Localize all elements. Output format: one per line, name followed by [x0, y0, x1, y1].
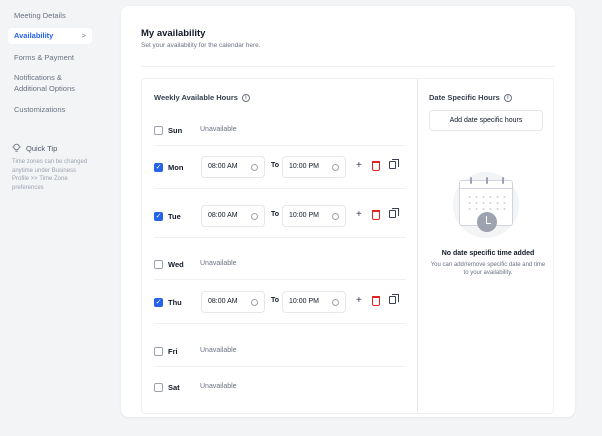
to-label: To [271, 162, 280, 169]
sidebar-item-label: Customizations [14, 105, 66, 114]
row-divider [154, 279, 406, 280]
trash-icon[interactable] [372, 161, 380, 171]
sidebar-item-label: Forms & Payment [14, 53, 75, 62]
day-label: Sun [168, 126, 183, 135]
day-label: Fri [168, 347, 178, 356]
day-checkbox-fri[interactable] [154, 347, 163, 356]
start-time-input[interactable]: 08:00 AM [201, 291, 265, 313]
availability-panel: Weekly Available Hours i Sun Unavailable… [141, 78, 554, 414]
calendar-ring [486, 177, 488, 184]
day-label: Tue [168, 212, 181, 221]
unavailable-text: Unavailable [200, 347, 237, 354]
copy-icon[interactable] [389, 208, 399, 218]
calendar-ring [470, 177, 472, 184]
day-row-mon: ✓ Mon 08:00 AM To 10:00 PM + [154, 156, 406, 182]
chevron-right-icon: > [81, 31, 86, 40]
to-label: To [271, 297, 280, 304]
add-date-specific-hours-button[interactable]: Add date specific hours [429, 110, 543, 131]
add-slot-icon[interactable]: + [356, 209, 362, 220]
end-time-value: 10:00 PM [289, 298, 319, 305]
unavailable-text: Unavailable [200, 126, 237, 133]
trash-icon[interactable] [372, 210, 380, 220]
row-divider [154, 188, 406, 189]
sidebar-item-forms-payment[interactable]: Forms & Payment [8, 52, 92, 63]
calendar-header [460, 177, 512, 189]
quick-tip-label: Quick Tip [26, 143, 58, 153]
start-time-value: 08:00 AM [208, 298, 238, 305]
start-time-value: 08:00 AM [208, 163, 238, 170]
sidebar-item-customizations[interactable]: Customizations [8, 104, 92, 115]
to-label: To [271, 211, 280, 218]
end-time-input[interactable]: 10:00 PM [282, 205, 346, 227]
day-checkbox-tue[interactable]: ✓ [154, 212, 163, 221]
day-checkbox-thu[interactable]: ✓ [154, 298, 163, 307]
availability-card: My availability Set your availability fo… [121, 6, 575, 417]
day-checkbox-mon[interactable]: ✓ [154, 163, 163, 172]
row-divider [154, 145, 406, 146]
day-row-wed: Wed Unavailable [154, 253, 406, 279]
sidebar-item-label: Notifications & Additional Options [14, 73, 75, 93]
end-time-input[interactable]: 10:00 PM [282, 156, 346, 178]
column-divider [417, 79, 418, 413]
calendar-clock-icon [453, 172, 519, 238]
unavailable-text: Unavailable [200, 383, 237, 390]
day-label: Mon [168, 163, 184, 172]
weekly-hours-heading: Weekly Available Hours i [154, 93, 250, 102]
clock-icon [477, 212, 497, 232]
start-time-input[interactable]: 08:00 AM [201, 205, 265, 227]
clock-icon [251, 164, 258, 171]
day-checkbox-wed[interactable] [154, 260, 163, 269]
day-label: Wed [168, 260, 184, 269]
copy-icon[interactable] [389, 294, 399, 304]
calendar-ring [502, 177, 504, 184]
quick-tip-title: Quick Tip [12, 143, 57, 153]
date-specific-heading: Date Specific Hours i [429, 93, 512, 102]
unavailable-text: Unavailable [200, 260, 237, 267]
day-row-fri: Fri Unavailable [154, 340, 406, 366]
row-divider [154, 237, 406, 238]
quick-tip-body: Time zones can be changed anytime under … [12, 159, 88, 191]
clock-icon [332, 213, 339, 220]
add-slot-icon[interactable]: + [356, 295, 362, 306]
clock-icon [251, 213, 258, 220]
lightbulb-icon [12, 143, 21, 152]
sidebar-item-label: Availability [14, 31, 54, 40]
empty-state-title: No date specific time added [441, 250, 535, 257]
sidebar-item-meeting-details[interactable]: Meeting Details [8, 10, 92, 21]
start-time-input[interactable]: 08:00 AM [201, 156, 265, 178]
day-row-thu: ✓ Thu 08:00 AM To 10:00 PM + [154, 291, 406, 317]
day-label: Thu [168, 298, 182, 307]
clock-icon [332, 164, 339, 171]
sidebar-item-availability[interactable]: Availability > [8, 28, 92, 44]
day-row-sun: Sun Unavailable [154, 119, 406, 145]
day-label: Sat [168, 383, 180, 392]
copy-icon[interactable] [389, 159, 399, 169]
empty-state-body: You can add/remove specific date and tim… [430, 262, 546, 276]
weekly-hours-label: Weekly Available Hours [154, 93, 238, 102]
start-time-value: 08:00 AM [208, 212, 238, 219]
end-time-input[interactable]: 10:00 PM [282, 291, 346, 313]
end-time-value: 10:00 PM [289, 212, 319, 219]
info-icon[interactable]: i [503, 93, 512, 102]
info-icon[interactable]: i [241, 93, 250, 102]
sidebar-item-label: Meeting Details [14, 11, 66, 20]
day-checkbox-sun[interactable] [154, 126, 163, 135]
day-checkbox-sat[interactable] [154, 383, 163, 392]
page-title: My availability [141, 28, 206, 39]
clock-icon [332, 299, 339, 306]
date-specific-label: Date Specific Hours [429, 93, 500, 102]
row-divider [154, 366, 406, 367]
divider [141, 66, 555, 67]
page-subtitle: Set your availability for the calendar h… [141, 42, 261, 49]
end-time-value: 10:00 PM [289, 163, 319, 170]
day-row-tue: ✓ Tue 08:00 AM To 10:00 PM + [154, 205, 406, 231]
calendar-grid [466, 194, 508, 212]
clock-icon [251, 299, 258, 306]
add-slot-icon[interactable]: + [356, 160, 362, 171]
trash-icon[interactable] [372, 296, 380, 306]
row-divider [154, 323, 406, 324]
sidebar-item-notifications[interactable]: Notifications & Additional Options [8, 72, 78, 94]
sidebar: Meeting Details Availability > Forms & Pa… [0, 0, 100, 436]
day-row-sat: Sat Unavailable [154, 376, 406, 402]
